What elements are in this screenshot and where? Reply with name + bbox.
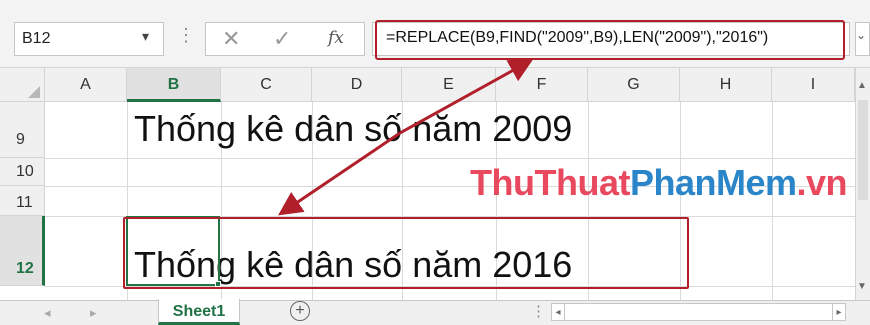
double-arrow-annotation	[278, 59, 534, 216]
previous-sheet-icon[interactable]: ◂	[44, 305, 51, 321]
scroll-left-icon[interactable]: ◂	[551, 303, 565, 321]
next-sheet-icon[interactable]: ▸	[90, 305, 97, 321]
scroll-down-icon[interactable]: ▼	[857, 281, 867, 292]
splitter-handle-icon[interactable]: ⋮	[531, 302, 546, 320]
add-sheet-icon[interactable]: +	[290, 301, 310, 321]
scroll-up-icon[interactable]: ▲	[857, 80, 867, 91]
horizontal-scrollbar[interactable]	[565, 303, 833, 321]
scroll-right-icon[interactable]: ▸	[832, 303, 846, 321]
vertical-scroll-thumb[interactable]	[858, 100, 868, 200]
sheet-tab-sheet1[interactable]: Sheet1	[158, 299, 240, 325]
